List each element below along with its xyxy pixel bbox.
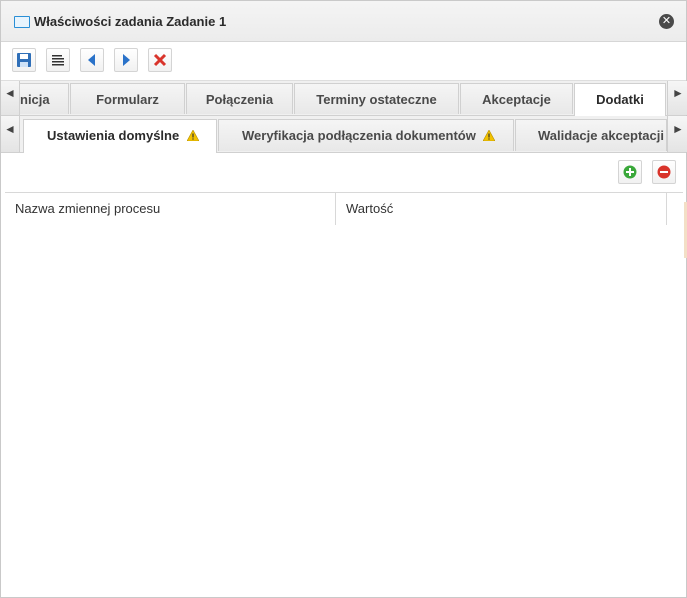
arrow-right-icon (123, 54, 130, 66)
previous-button[interactable] (80, 48, 104, 72)
red-x-icon (153, 53, 167, 67)
subtab-walidacje-akceptacji[interactable]: Walidacje akceptacji (515, 119, 667, 151)
subtab-label: Ustawienia domyślne (47, 128, 180, 143)
remove-button[interactable] (652, 160, 676, 184)
tab-label: Dodatki (596, 92, 644, 107)
task-properties-dialog: Właściwości zadania Zadanie 1 ✕ ◄ nicja … (0, 0, 687, 598)
tab-label: Formularz (96, 92, 159, 107)
tab-label: Połączenia (205, 92, 274, 107)
main-tabs: ◄ nicja Formularz Połączenia Terminy ost… (1, 81, 687, 116)
tab-formularz[interactable]: Formularz (70, 83, 185, 114)
close-icon[interactable]: ✕ (659, 14, 674, 29)
save-button[interactable] (12, 48, 36, 72)
text-lines-icon (52, 55, 64, 66)
subtab-ustawienia-domyslne[interactable]: Ustawienia domyślne (23, 119, 217, 153)
format-button[interactable] (46, 48, 70, 72)
subtab-weryfikacja[interactable]: Weryfikacja podłączenia dokumentów (218, 119, 514, 151)
tab-akceptacje[interactable]: Akceptacje (460, 83, 573, 114)
add-button[interactable] (618, 160, 642, 184)
window-icon (14, 16, 30, 28)
toolbar (1, 42, 686, 81)
tab-label: Terminy ostateczne (316, 92, 437, 107)
subtabs-scroll-right-icon[interactable]: ► (667, 116, 687, 152)
tab-polaczenia[interactable]: Połączenia (186, 83, 293, 114)
subtabs-scroll-left-icon[interactable]: ◄ (1, 116, 20, 152)
delete-button[interactable] (148, 48, 172, 72)
column-header-variable-name[interactable]: Nazwa zmiennej procesu (5, 193, 336, 225)
grid-body (5, 225, 683, 595)
remove-icon (657, 165, 671, 179)
add-icon (623, 165, 637, 179)
tab-nicja[interactable]: nicja (19, 83, 69, 114)
warning-icon (483, 130, 496, 141)
arrow-left-icon (88, 54, 95, 66)
tabs-scroll-left-icon[interactable]: ◄ (1, 81, 20, 115)
subtab-label: Walidacje akceptacji (538, 128, 664, 143)
tab-dodatki[interactable]: Dodatki (574, 83, 666, 116)
sub-tabs: ◄ Ustawienia domyślne Weryfikacja podłąc… (1, 116, 687, 153)
warning-icon (186, 130, 199, 141)
subtab-label: Weryfikacja podłączenia dokumentów (242, 128, 476, 143)
grid-header: Nazwa zmiennej procesu Wartość (5, 192, 683, 226)
floppy-disk-icon (17, 53, 31, 67)
tab-terminy-ostateczne[interactable]: Terminy ostateczne (294, 83, 459, 114)
tab-label: nicja (20, 92, 50, 107)
tab-label: Akceptacje (482, 92, 551, 107)
tabs-scroll-right-icon[interactable]: ► (667, 81, 687, 115)
title-bar[interactable]: Właściwości zadania Zadanie 1 ✕ (1, 1, 686, 42)
dialog-title: Właściwości zadania Zadanie 1 (34, 14, 227, 29)
next-button[interactable] (114, 48, 138, 72)
column-header-value[interactable]: Wartość (336, 193, 667, 225)
